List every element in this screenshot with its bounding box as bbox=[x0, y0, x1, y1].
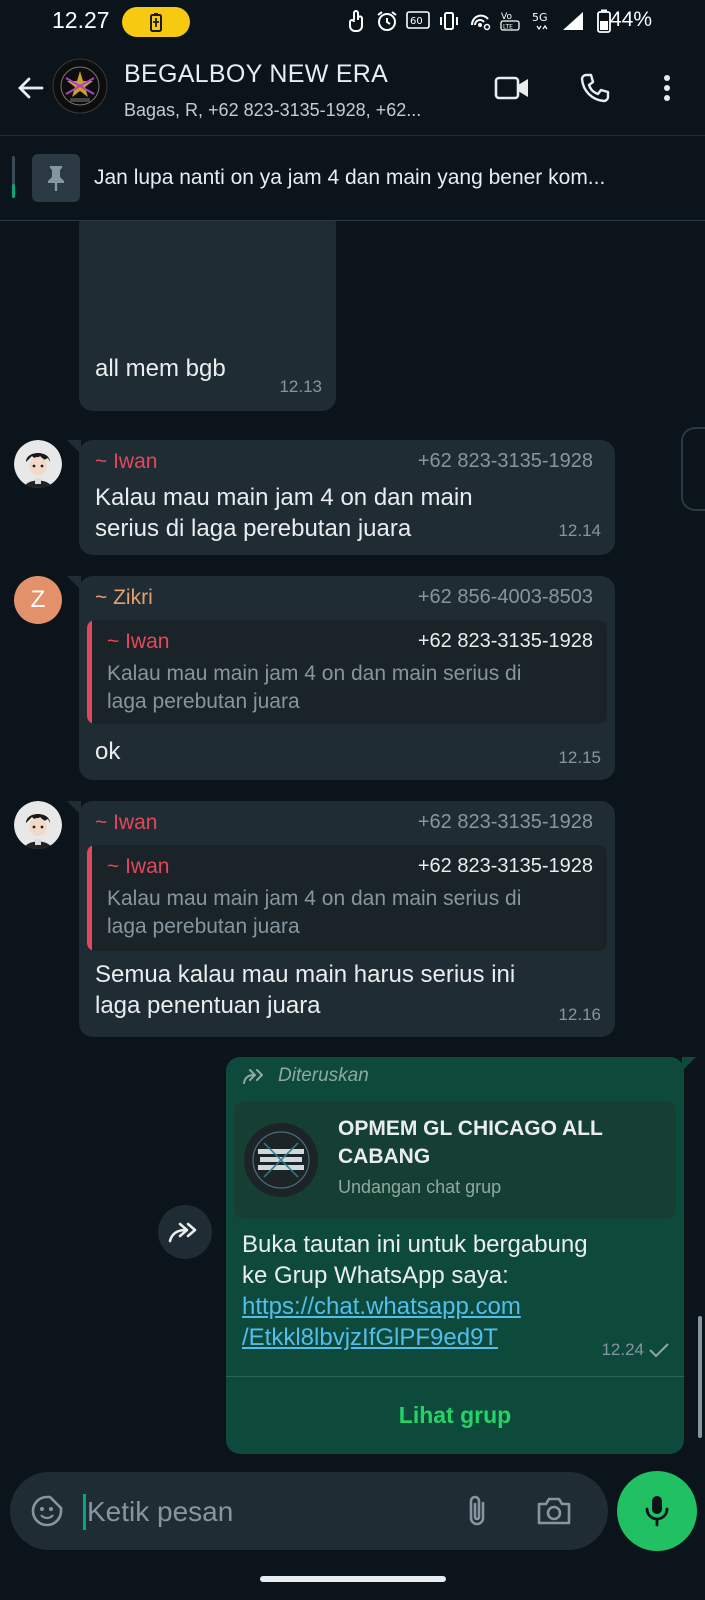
volte-icon: Vo LTE bbox=[499, 8, 523, 34]
video-call-button[interactable] bbox=[490, 66, 534, 110]
quote-sender: ~ Iwan bbox=[107, 855, 170, 878]
message-input[interactable]: Ketik pesan bbox=[83, 1496, 233, 1528]
more-options-icon bbox=[664, 75, 670, 101]
tap-icon bbox=[344, 8, 368, 34]
group-avatar[interactable] bbox=[52, 58, 108, 114]
vibrate-icon bbox=[437, 8, 461, 34]
status-bar: 12.27 60 Vo LTE 5G 44% bbox=[0, 0, 705, 44]
group-members[interactable]: Bagas, R, +62 823-3135-1928, +62... bbox=[124, 100, 474, 121]
message-time: 12.16 bbox=[558, 1005, 601, 1024]
camera-icon bbox=[537, 1497, 571, 1525]
forward-share-button[interactable] bbox=[158, 1205, 212, 1259]
view-group-button[interactable]: Lihat grup bbox=[226, 1376, 684, 1454]
sender-phone: +62 823-3135-1928 bbox=[417, 450, 593, 472]
battery-charging-icon bbox=[150, 13, 162, 32]
camera-button[interactable] bbox=[533, 1490, 575, 1532]
status-icons: 60 Vo LTE 5G bbox=[344, 8, 616, 34]
quote-text: Kalau mau main jam 4 on dan main serius … bbox=[107, 887, 522, 938]
pin-icon bbox=[32, 154, 80, 202]
message-time: 12.24 bbox=[601, 1340, 644, 1359]
hotspot-icon bbox=[468, 8, 492, 34]
sender-name[interactable]: ~ Iwan bbox=[95, 811, 157, 835]
more-options-button[interactable] bbox=[645, 66, 689, 110]
quote-bar bbox=[87, 845, 92, 951]
avatar-iwan[interactable] bbox=[14, 801, 62, 849]
message-text: all mem bgb bbox=[95, 355, 226, 382]
sender-name[interactable]: ~ Iwan bbox=[95, 450, 157, 474]
invite-subtitle: Undangan chat grup bbox=[338, 1177, 502, 1197]
sender-phone: +62 856-4003-8503 bbox=[417, 586, 593, 608]
voice-call-button[interactable] bbox=[573, 66, 617, 110]
invite-link[interactable]: https://chat.whatsapp.com bbox=[242, 1291, 588, 1322]
pin-indicator bbox=[12, 156, 15, 198]
invite-link[interactable]: /Etkkl8lbvjzIfGlPF9ed9T bbox=[242, 1322, 588, 1353]
battery-saver-pill bbox=[122, 7, 190, 37]
message-text: ok bbox=[95, 738, 121, 765]
pinned-message-bar[interactable]: Jan lupa nanti on ya jam 4 dan main yang… bbox=[0, 136, 705, 221]
message-time: 12.13 bbox=[279, 377, 322, 396]
svg-text:5G: 5G bbox=[532, 11, 548, 24]
voice-record-button[interactable] bbox=[617, 1471, 697, 1551]
message-bubble[interactable]: ~ Iwan +62 823-3135-1928 ~ Iwan +62 823-… bbox=[67, 801, 615, 1037]
message-text: Kalau mau main jam 4 on dan main serius … bbox=[95, 484, 473, 542]
sticker-icon bbox=[31, 1495, 63, 1527]
message-text: Buka tautan ini untuk bergabung ke Grup … bbox=[242, 1231, 588, 1353]
sent-check-icon bbox=[649, 1343, 669, 1358]
message-bubble[interactable]: ~ Iwan +62 823-3135-1928 Kalau mau main … bbox=[67, 440, 615, 555]
scrollbar-thumb[interactable] bbox=[698, 1316, 702, 1438]
group-title[interactable]: BEGALBOY NEW ERA bbox=[124, 60, 388, 89]
quote-phone: +62 823-3135-1928 bbox=[417, 630, 593, 652]
quote-bar bbox=[87, 620, 92, 724]
message-text: Semua kalau mau main harus serius ini la… bbox=[95, 961, 516, 1019]
message-bubble[interactable]: ~ Zikri +62 856-4003-8503 ~ Iwan +62 823… bbox=[67, 576, 615, 780]
forwarded-label: Diteruskan bbox=[242, 1065, 369, 1087]
quote-sender: ~ Iwan bbox=[107, 630, 170, 653]
message-bubble-outgoing[interactable]: Diteruskan OPMEM GL CHICAGO ALL CABANG U… bbox=[226, 1057, 696, 1454]
home-indicator[interactable] bbox=[260, 1576, 446, 1582]
group-invite-card[interactable]: OPMEM GL CHICAGO ALL CABANG Undangan cha… bbox=[234, 1101, 676, 1219]
sender-phone: +62 823-3135-1928 bbox=[417, 811, 593, 833]
group-logo-icon bbox=[52, 58, 108, 114]
mic-icon bbox=[645, 1496, 669, 1527]
chat-header: BEGALBOY NEW ERA Bagas, R, +62 823-3135-… bbox=[0, 44, 705, 136]
invite-group-name: OPMEM GL CHICAGO ALL CABANG bbox=[338, 1117, 603, 1168]
quote-text: Kalau mau main jam 4 on dan main serius … bbox=[107, 662, 522, 713]
status-time: 12.27 bbox=[52, 7, 110, 33]
hd-icon: 60 bbox=[406, 8, 430, 34]
signal-icon bbox=[561, 8, 585, 34]
attach-icon bbox=[469, 1495, 485, 1526]
sender-name[interactable]: ~ Zikri bbox=[95, 586, 153, 610]
svg-text:LTE: LTE bbox=[503, 24, 513, 31]
message-time: 12.15 bbox=[558, 748, 601, 767]
scroll-handle[interactable] bbox=[681, 427, 705, 511]
forward-icon bbox=[168, 1222, 197, 1243]
video-call-icon bbox=[494, 76, 528, 100]
invite-group-avatar bbox=[244, 1123, 318, 1197]
message-time: 12.14 bbox=[558, 521, 601, 540]
back-button[interactable] bbox=[10, 68, 50, 108]
quoted-message[interactable]: ~ Iwan +62 823-3135-1928 Kalau mau main … bbox=[87, 845, 607, 951]
5g-icon: 5G bbox=[530, 8, 554, 34]
forwarded-icon bbox=[243, 1069, 263, 1084]
attach-button[interactable] bbox=[456, 1490, 498, 1532]
alarm-icon bbox=[375, 8, 399, 34]
avatar-iwan[interactable] bbox=[14, 440, 62, 488]
chat-area: all mem bgb 12.13 ~ Iwan +62 823-3135-19… bbox=[0, 221, 705, 1461]
quote-phone: +62 823-3135-1928 bbox=[417, 855, 593, 877]
quoted-message[interactable]: ~ Iwan +62 823-3135-1928 Kalau mau main … bbox=[87, 620, 607, 724]
message-input-bar[interactable]: Ketik pesan bbox=[10, 1472, 608, 1550]
voice-call-icon bbox=[580, 73, 610, 103]
sticker-button[interactable] bbox=[26, 1490, 68, 1532]
battery-percent: 44% bbox=[610, 8, 653, 31]
svg-text:60: 60 bbox=[410, 16, 423, 27]
pinned-message-text: Jan lupa nanti on ya jam 4 dan main yang… bbox=[94, 166, 606, 189]
avatar-zikri[interactable]: Z bbox=[14, 576, 62, 624]
message-bubble[interactable]: all mem bgb 12.13 bbox=[79, 221, 336, 411]
arrow-left-icon bbox=[18, 77, 44, 99]
